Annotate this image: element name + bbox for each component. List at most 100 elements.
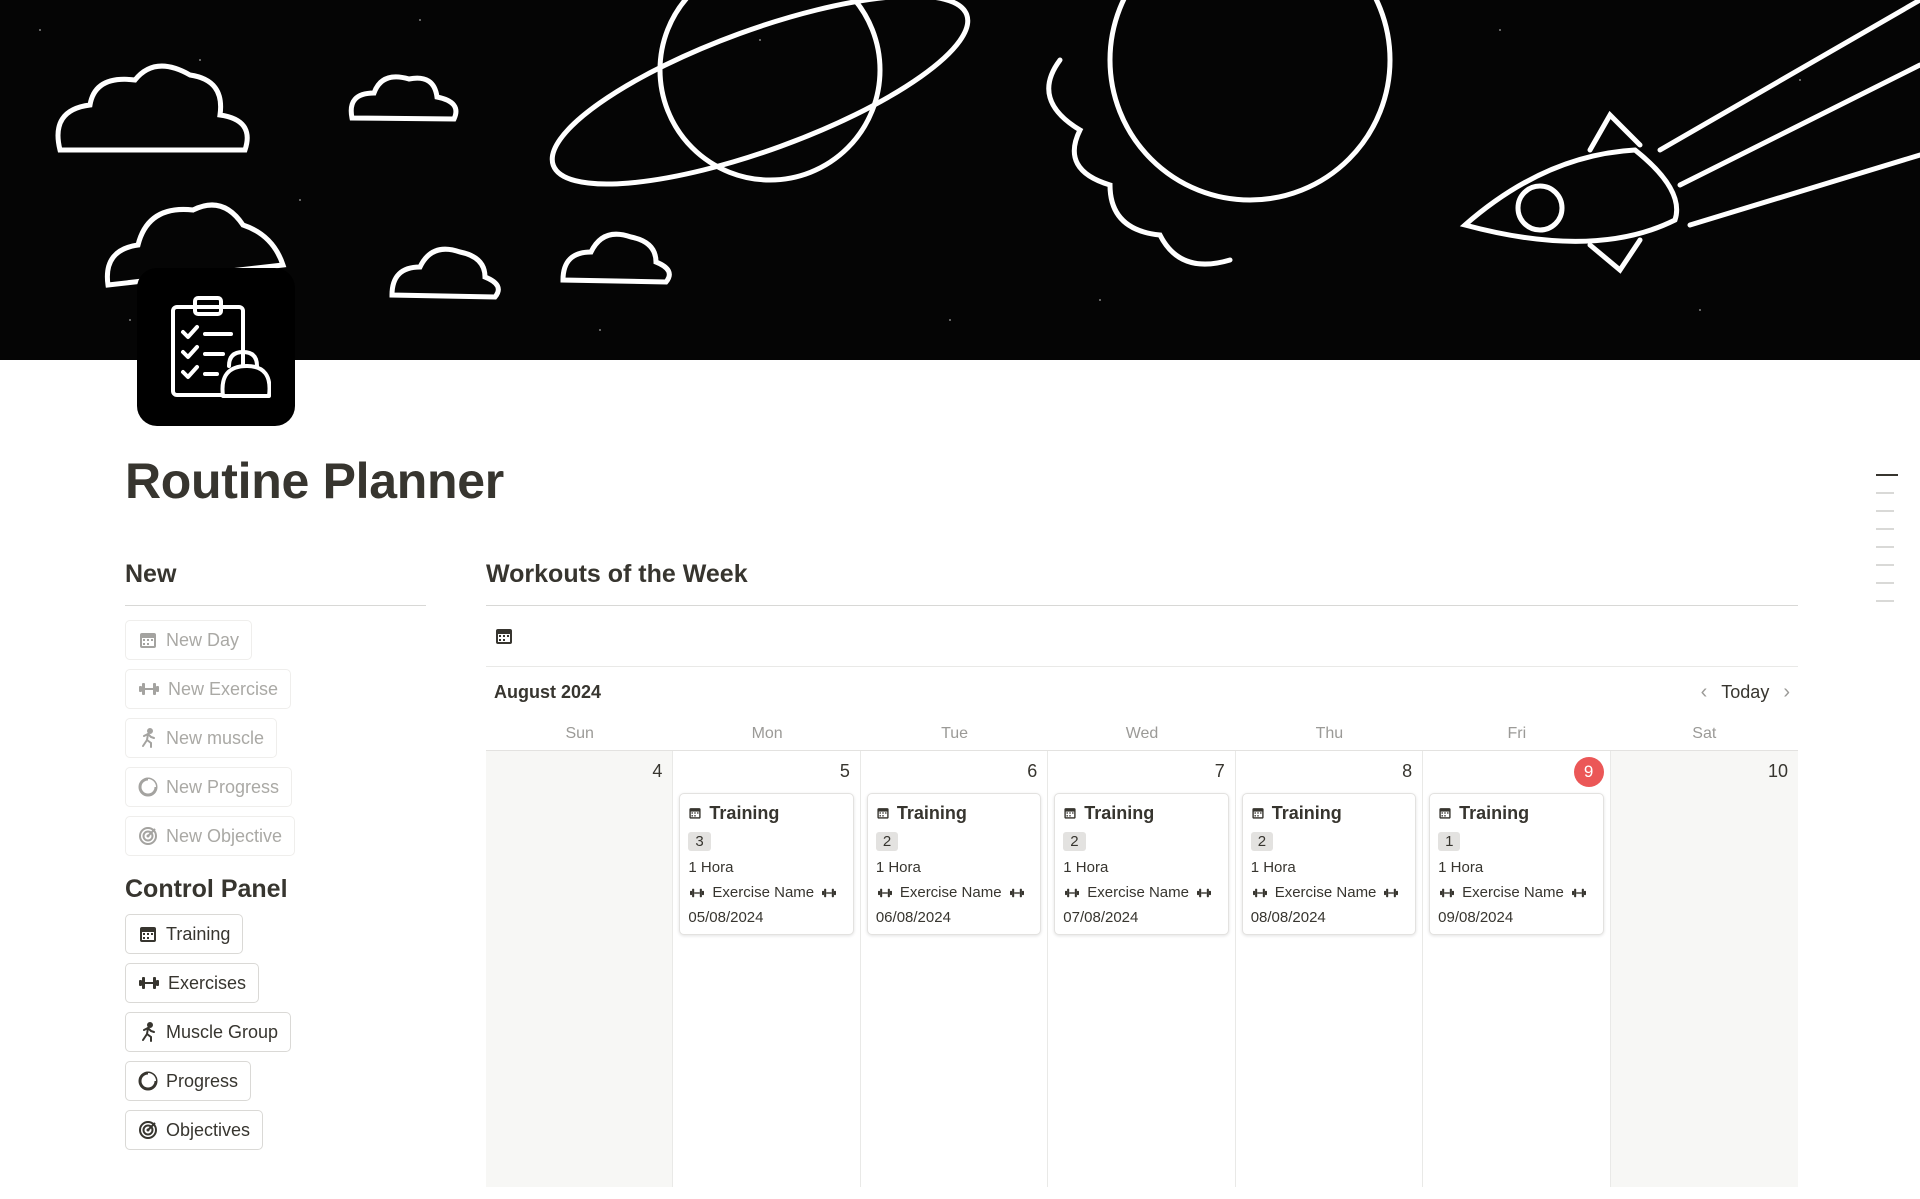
progress-button[interactable]: Progress <box>125 1061 252 1101</box>
days-row: 4 5 Training 3 1 Hora Exercise Name 05/08/2024… <box>486 751 1798 1187</box>
day-number-label: 8 <box>1402 761 1413 781</box>
chevron-left-icon[interactable]: ‹ <box>1701 681 1708 704</box>
event-date: 06/08/2024 <box>875 909 951 926</box>
month-bar: August 2024 ‹ Today › <box>486 667 1798 717</box>
new-progress-button[interactable]: New Progress <box>125 767 293 807</box>
calendar-day[interactable]: 9 Training 1 1 Hora Exercise Name 09/08/2024 <box>1423 751 1611 1187</box>
event-exercise-link[interactable]: Exercise Name <box>1438 884 1594 901</box>
day-number: 10 <box>1617 757 1792 785</box>
exercises-button[interactable]: Exercises <box>125 963 260 1003</box>
objectives-button[interactable]: Objectives <box>125 1110 264 1150</box>
dumbbell-icon <box>1009 888 1024 897</box>
dumbbell-icon <box>1440 888 1455 897</box>
outline-tick[interactable] <box>1876 582 1894 584</box>
calendar-heading: Workouts of the Week <box>486 560 1798 606</box>
exercise-name: Exercise Name <box>1462 884 1564 901</box>
event-title: Training <box>876 800 1032 826</box>
new-progress-label: New Progress <box>166 776 280 797</box>
outline-tick[interactable] <box>1876 492 1894 494</box>
dumbbell-icon <box>1252 888 1267 897</box>
exercises-label: Exercises <box>168 972 247 993</box>
outline-tick[interactable] <box>1876 546 1894 548</box>
event-date: 05/08/2024 <box>688 909 764 926</box>
new-exercise-button[interactable]: New Exercise <box>125 669 292 709</box>
calendar-day[interactable]: 7 Training 2 1 Hora Exercise Name 07/08/2024 <box>1048 751 1236 1187</box>
calendar-icon <box>140 927 156 942</box>
control-panel-heading: Control Panel <box>125 875 288 903</box>
outline-tick[interactable] <box>1876 564 1894 566</box>
left-column: New New Day New Exercise New muscle New … <box>125 560 426 1159</box>
event-title: Training <box>1438 800 1594 826</box>
event-exercise-link[interactable]: Exercise Name <box>1063 884 1219 901</box>
exercise-name: Exercise Name <box>712 884 815 901</box>
event-card[interactable]: Training 2 1 Hora Exercise Name 08/08/2024 <box>1241 793 1417 935</box>
target-icon <box>139 827 157 845</box>
event-title: Training <box>1251 800 1407 826</box>
chevron-right-icon[interactable]: › <box>1783 681 1790 704</box>
calendar-day[interactable]: 4 <box>486 751 674 1187</box>
event-exercise-link[interactable]: Exercise Name <box>1251 884 1407 901</box>
event-exercise-link[interactable]: Exercise Name <box>876 884 1032 901</box>
new-objective-button[interactable]: New Objective <box>125 816 296 856</box>
calendar-icon <box>140 633 156 648</box>
calendar-day[interactable]: 10 <box>1610 751 1798 1187</box>
event-card[interactable]: Training 2 1 Hora Exercise Name 06/08/2024 <box>866 793 1042 935</box>
calendar-view-bar <box>486 606 1798 667</box>
table-of-contents-outline[interactable] <box>1876 474 1898 618</box>
dumbbell-icon <box>139 977 159 989</box>
exercise-count-badge: 2 <box>1063 832 1086 851</box>
today-button[interactable]: Today <box>1721 682 1769 703</box>
calendar-nav: ‹ Today › <box>1701 681 1790 704</box>
new-day-button[interactable]: New Day <box>125 620 253 660</box>
event-title: Training <box>688 800 844 826</box>
calendar-day[interactable]: 6 Training 2 1 Hora Exercise Name 06/08/2024 <box>861 751 1049 1187</box>
outline-tick[interactable] <box>1876 510 1894 512</box>
dumbbell-icon <box>877 888 892 897</box>
new-exercise-label: New Exercise <box>168 678 279 699</box>
dumbbell-icon <box>1196 888 1211 897</box>
dumbbell-icon <box>690 888 705 897</box>
event-exercise-link[interactable]: Exercise Name <box>688 884 844 901</box>
clipboard-kettlebell-icon <box>171 296 271 398</box>
exercise-count-badge: 2 <box>1250 832 1274 851</box>
outline-tick[interactable] <box>1876 600 1894 602</box>
outline-tick[interactable] <box>1876 474 1898 476</box>
weekday-label: Thu <box>1315 725 1344 742</box>
day-number: 9 <box>1429 757 1604 787</box>
today-badge: 9 <box>1573 757 1604 787</box>
calendar-icon[interactable] <box>494 626 514 646</box>
day-number-label: 5 <box>839 761 850 781</box>
calendar-icon <box>1439 808 1451 819</box>
exercise-count-badge: 3 <box>688 832 711 851</box>
calendar-day[interactable]: 5 Training 3 1 Hora Exercise Name 05/08/2024 <box>673 751 861 1187</box>
exercise-name: Exercise Name <box>1274 884 1377 901</box>
exercise-name: Exercise Name <box>1087 884 1189 901</box>
event-card[interactable]: Training 1 1 Hora Exercise Name 09/08/2024 <box>1429 793 1604 935</box>
event-duration: 1 Hora <box>1438 859 1484 876</box>
target-icon <box>139 1121 157 1139</box>
day-number: 6 <box>867 757 1041 785</box>
muscle-group-button[interactable]: Muscle Group <box>125 1012 292 1052</box>
training-button[interactable]: Training <box>125 914 244 954</box>
day-number-label: 7 <box>1214 761 1225 781</box>
page-icon[interactable] <box>137 268 295 426</box>
event-title-label: Training <box>709 802 780 823</box>
new-muscle-label: New muscle <box>166 727 265 748</box>
event-duration: 1 Hora <box>688 859 734 876</box>
calendar-day[interactable]: 8 Training 2 1 Hora Exercise Name 08/08/2024 <box>1236 751 1424 1187</box>
weekday-label: Sat <box>1692 725 1717 742</box>
exercise-count-badge: 2 <box>875 832 899 851</box>
day-number: 7 <box>1054 757 1228 785</box>
event-date: 07/08/2024 <box>1063 909 1139 926</box>
day-number-label: 4 <box>652 761 663 781</box>
new-objective-label: New Objective <box>166 825 283 846</box>
calendar-icon <box>1064 808 1076 819</box>
event-card[interactable]: Training 3 1 Hora Exercise Name 05/08/2024 <box>679 793 854 935</box>
event-card[interactable]: Training 2 1 Hora Exercise Name 07/08/2024 <box>1054 793 1229 935</box>
day-number-label: 6 <box>1027 761 1038 781</box>
outline-tick[interactable] <box>1876 528 1894 530</box>
event-title-label: Training <box>1271 802 1342 823</box>
new-muscle-button[interactable]: New muscle <box>125 718 278 758</box>
event-date: 08/08/2024 <box>1250 909 1326 926</box>
day-number: 5 <box>679 757 853 785</box>
